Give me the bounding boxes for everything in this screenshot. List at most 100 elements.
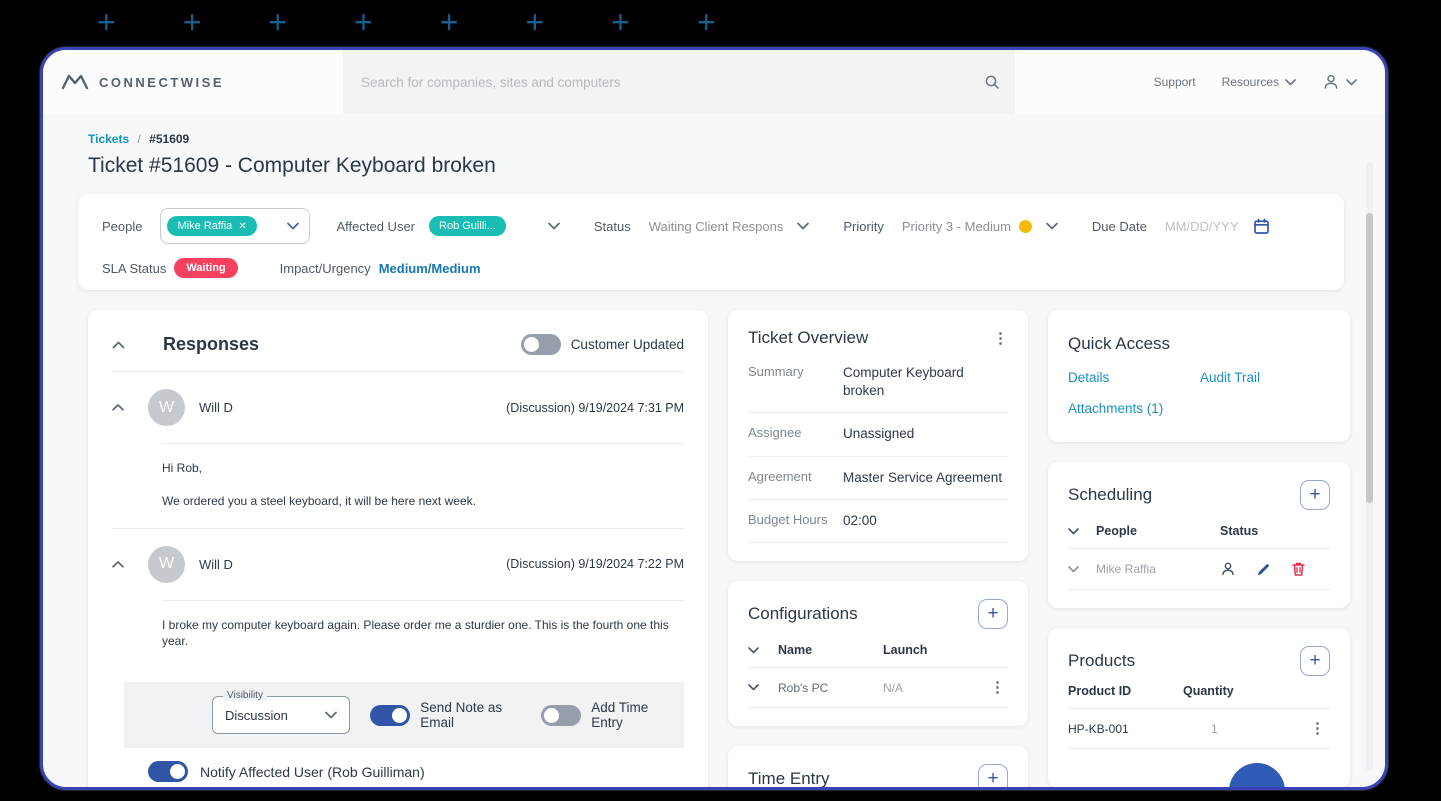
overview-label: Assignee	[748, 425, 802, 441]
affected-user-label: Affected User	[336, 218, 416, 234]
scheduling-card: Scheduling + People Status Mike Raffia	[1048, 462, 1350, 608]
overview-label: Budget Hours	[748, 511, 828, 527]
due-date-input[interactable]: MM/DD/YYY	[1165, 219, 1239, 234]
profile-menu[interactable]	[1322, 73, 1357, 91]
products-card: Products + Product ID Quantity HP-KB-001…	[1048, 628, 1350, 787]
add-schedule-button[interactable]: +	[1300, 480, 1330, 510]
scheduling-row[interactable]: Mike Raffia	[1068, 548, 1330, 590]
visibility-select[interactable]: Visibility Discussion	[212, 690, 351, 735]
chip-close-icon[interactable]: ✕	[238, 221, 246, 232]
details-link[interactable]: Details	[1068, 370, 1200, 385]
breadcrumb: Tickets / #51609	[88, 132, 1344, 146]
response-meta: (Discussion) 9/19/2024 7:31 PM	[506, 400, 684, 415]
visibility-label: Visibility	[223, 690, 267, 702]
collapse-icon[interactable]	[112, 404, 124, 411]
overview-label: Agreement	[748, 468, 812, 484]
chevron-down-icon[interactable]	[548, 222, 560, 230]
search-input[interactable]	[361, 74, 983, 90]
column-right: Quick Access Details Audit Trail Attachm…	[1048, 310, 1350, 787]
col-product-id: Product ID	[1068, 684, 1132, 698]
chevron-down-icon[interactable]	[748, 646, 778, 654]
column-responses: Responses Customer Updated W Will D (Dis…	[88, 310, 708, 787]
people-select[interactable]: Mike Raffia ✕	[160, 208, 311, 244]
kebab-menu-icon[interactable]: ⋮	[990, 680, 1008, 695]
calendar-icon[interactable]	[1253, 218, 1270, 235]
delete-trash-icon[interactable]	[1291, 561, 1306, 577]
plus-marker: +	[525, 4, 545, 40]
response-author: Will D	[199, 400, 233, 415]
time-entry-card: Time Entry +	[728, 746, 1028, 789]
kebab-menu-icon[interactable]: ⋮	[993, 331, 1008, 346]
ticket-meta-row-1: People Mike Raffia ✕ Affected User Rob G…	[102, 208, 1320, 244]
overview-row-agreement: Agreement Master Service Agreement	[748, 457, 1008, 500]
ticket-meta-bar: People Mike Raffia ✕ Affected User Rob G…	[78, 194, 1344, 290]
support-link[interactable]: Support	[1154, 75, 1196, 89]
configuration-launch: N/A	[883, 680, 904, 695]
col-status: Status	[1220, 524, 1259, 538]
product-id: HP-KB-001	[1068, 721, 1129, 736]
search-icon[interactable]	[983, 73, 1001, 91]
response-line: Hi Rob,	[162, 461, 203, 475]
people-chip[interactable]: Mike Raffia ✕	[167, 216, 257, 236]
resources-menu[interactable]: Resources	[1222, 75, 1296, 89]
note-composer-toolbar: Visibility Discussion Send Note as Email	[124, 682, 684, 749]
collapse-icon[interactable]	[112, 560, 124, 568]
responses-header: Responses Customer Updated	[112, 330, 684, 371]
assign-user-icon[interactable]	[1220, 561, 1236, 577]
scrollbar-thumb[interactable]	[1366, 213, 1373, 503]
send-note-as-email-toggle[interactable]	[370, 704, 411, 726]
notify-affected-user-toggle[interactable]	[148, 761, 188, 783]
priority-medium-dot-icon	[1018, 219, 1032, 233]
chevron-down-icon[interactable]	[1046, 222, 1058, 230]
audit-trail-link[interactable]: Audit Trail	[1200, 370, 1330, 385]
resources-label: Resources	[1221, 75, 1279, 89]
response-line: We ordered you a steel keyboard, it will…	[162, 493, 476, 508]
brand-name: CONNECTWISE	[99, 74, 224, 90]
chevron-down-icon[interactable]	[748, 684, 778, 691]
product-row[interactable]: HP-KB-001 1 ⋮	[1068, 708, 1330, 749]
plus-marker: +	[182, 4, 202, 40]
add-product-button[interactable]: +	[1300, 646, 1330, 676]
priority-value[interactable]: Priority 3 - Medium	[902, 219, 1011, 234]
attachments-link[interactable]: Attachments (1)	[1068, 401, 1200, 416]
connectwise-logo-icon	[61, 72, 89, 92]
chevron-down-icon	[1346, 78, 1357, 86]
chevron-down-icon[interactable]	[797, 222, 810, 230]
scheduling-title: Scheduling	[1068, 485, 1153, 504]
kebab-menu-icon[interactable]: ⋮	[1310, 721, 1330, 736]
breadcrumb-tickets-link[interactable]: Tickets	[88, 132, 129, 146]
chevron-down-icon	[1285, 78, 1296, 86]
chevron-down-icon[interactable]	[1068, 527, 1096, 535]
status-value[interactable]: Waiting Client Respons	[649, 219, 784, 234]
quick-access-card: Quick Access Details Audit Trail Attachm…	[1048, 310, 1350, 442]
add-configuration-button[interactable]: +	[978, 599, 1008, 630]
send-note-as-email-label: Send Note as Email	[420, 700, 503, 731]
impact-urgency-value[interactable]: Medium/Medium	[379, 261, 481, 276]
column-middle: Ticket Overview ⋮ Summary Computer Keybo…	[728, 310, 1028, 789]
scheduled-person-name: Mike Raffia	[1096, 562, 1156, 576]
add-time-entry-button[interactable]: +	[978, 764, 1008, 787]
page-content: Tickets / #51609 Ticket #51609 - Compute…	[43, 114, 1385, 789]
overview-row-budget-hours: Budget Hours 02:00	[748, 500, 1008, 544]
time-entry-title: Time Entry	[748, 769, 830, 789]
main-grid: Responses Customer Updated W Will D (Dis…	[88, 310, 1350, 789]
avatar: W	[148, 389, 185, 426]
responses-card: Responses Customer Updated W Will D (Dis…	[88, 310, 708, 787]
add-time-entry-toggle[interactable]	[541, 704, 582, 726]
configurations-card: Configurations + Name Launch Rob's PC N/…	[728, 581, 1028, 727]
configuration-row[interactable]: Rob's PC N/A ⋮	[748, 667, 1008, 709]
response-entry-header: W Will D (Discussion) 9/19/2024 7:31 PM	[112, 372, 684, 443]
customer-updated-toggle[interactable]	[520, 334, 561, 355]
chevron-down-icon[interactable]	[1068, 565, 1096, 573]
avatar: W	[148, 545, 185, 583]
people-chip-label: Mike Raffia	[177, 220, 233, 232]
chevron-down-icon[interactable]	[287, 222, 300, 230]
products-title: Products	[1068, 651, 1136, 670]
configurations-table-header: Name Launch	[748, 629, 1008, 667]
collapse-icon[interactable]	[112, 341, 125, 349]
status-label: Status	[593, 218, 631, 234]
sla-status-badge: Waiting	[174, 258, 238, 278]
edit-pencil-icon[interactable]	[1256, 562, 1271, 577]
response-body: Hi Rob, We ordered you a steel keyboard,…	[112, 444, 684, 528]
affected-user-chip[interactable]: Rob Guilli...	[429, 216, 506, 236]
